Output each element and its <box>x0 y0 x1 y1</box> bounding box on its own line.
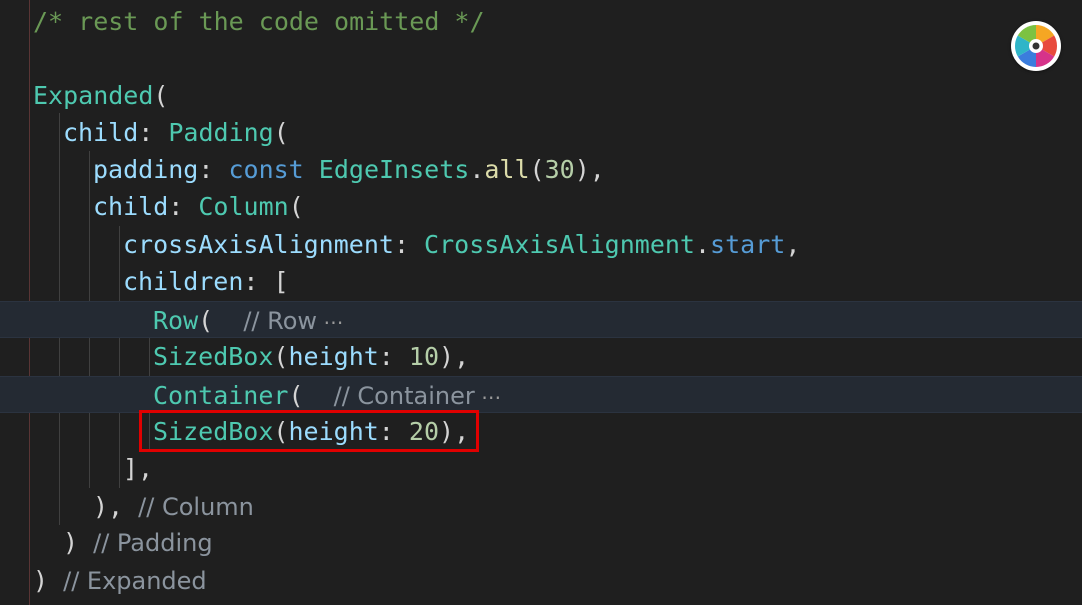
code-token: ⋯ <box>474 385 502 409</box>
code-token: ( <box>288 192 304 221</box>
highlight-box <box>139 410 479 452</box>
code-token: , <box>785 230 801 259</box>
code-token: // Expanded <box>63 567 207 595</box>
code-line[interactable] <box>0 40 1082 77</box>
code-token: Padding <box>168 118 274 147</box>
code-token: // Row <box>243 307 318 335</box>
code-text: ) // Padding <box>63 524 213 562</box>
code-token: : <box>198 155 229 184</box>
code-token: ( <box>529 155 545 184</box>
code-token: ) <box>33 566 64 595</box>
code-text: Row( // Row ⋯ <box>153 302 343 341</box>
code-editor[interactable]: /* rest of the code omitted */Expanded(c… <box>0 0 1082 605</box>
code-line[interactable]: /* rest of the code omitted */ <box>0 3 1082 40</box>
code-line[interactable]: Row( // Row ⋯ <box>0 301 1082 338</box>
code-token: Container <box>153 381 289 410</box>
code-token: child <box>63 118 139 147</box>
code-line[interactable]: children: [ <box>0 263 1082 300</box>
code-token: ) <box>63 528 94 557</box>
code-token: ( <box>273 118 289 147</box>
code-token: Row <box>153 306 199 335</box>
code-line[interactable]: ) // Expanded <box>0 562 1082 599</box>
code-token: children <box>123 267 244 296</box>
code-token: SizedBox <box>153 342 274 371</box>
code-line[interactable]: padding: const EdgeInsets.all(30), <box>0 151 1082 188</box>
code-token: // Container <box>333 382 475 410</box>
code-token: : <box>138 118 169 147</box>
code-token: 30 <box>544 155 575 184</box>
code-token: padding <box>93 155 199 184</box>
code-token: . <box>694 230 711 259</box>
code-token: : [ <box>243 267 289 296</box>
code-token: /* rest of the code omitted */ <box>33 7 485 36</box>
code-token: Column <box>198 192 289 221</box>
code-token: : <box>378 342 409 371</box>
code-token: // Column <box>138 493 254 521</box>
code-line[interactable]: Container( // Container ⋯ <box>0 376 1082 413</box>
code-token: : <box>168 192 199 221</box>
code-token: ), <box>574 155 605 184</box>
code-token: 10 <box>408 342 440 371</box>
code-token: : <box>393 230 425 259</box>
code-token: Expanded <box>33 81 154 110</box>
code-token: EdgeInsets <box>318 155 470 184</box>
code-text: ), // Column <box>93 488 254 526</box>
code-token: const <box>228 155 304 184</box>
code-token: all <box>484 155 530 184</box>
code-token: // Padding <box>93 529 213 557</box>
code-text: child: Column( <box>93 188 304 225</box>
code-text: SizedBox(height: 10), <box>153 338 469 375</box>
code-text: /* rest of the code omitted */ <box>33 3 485 40</box>
code-line[interactable]: child: Column( <box>0 188 1082 225</box>
code-text: ], <box>123 450 153 487</box>
code-token: ( <box>198 306 244 335</box>
code-text: padding: const EdgeInsets.all(30), <box>93 151 605 188</box>
code-line[interactable]: ) // Padding <box>0 524 1082 561</box>
code-line[interactable]: Expanded( <box>0 77 1082 114</box>
code-text: children: [ <box>123 263 289 300</box>
code-line[interactable]: ], <box>0 450 1082 487</box>
code-text: ) // Expanded <box>33 562 207 600</box>
code-token: . <box>469 155 485 184</box>
code-token: ], <box>123 454 154 483</box>
code-line[interactable]: child: Padding( <box>0 114 1082 151</box>
code-text: crossAxisAlignment: CrossAxisAlignment.s… <box>123 226 800 263</box>
code-token: ( <box>153 81 169 110</box>
code-text: child: Padding( <box>63 114 289 151</box>
code-text: Expanded( <box>33 77 168 114</box>
code-token: ( <box>273 342 289 371</box>
code-token: crossAxisAlignment <box>123 230 394 259</box>
color-wheel-icon[interactable] <box>1011 21 1061 71</box>
code-line[interactable]: ), // Column <box>0 488 1082 525</box>
code-token: child <box>93 192 169 221</box>
code-line[interactable]: SizedBox(height: 10), <box>0 338 1082 375</box>
code-token: height <box>288 342 379 371</box>
code-token: ), <box>93 492 139 521</box>
code-token: start <box>710 230 786 259</box>
code-token: ⋯ <box>317 310 344 334</box>
code-token: ( <box>288 381 334 410</box>
code-line[interactable]: crossAxisAlignment: CrossAxisAlignment.s… <box>0 226 1082 263</box>
code-token: CrossAxisAlignment <box>424 230 695 259</box>
code-token: ), <box>439 342 470 371</box>
